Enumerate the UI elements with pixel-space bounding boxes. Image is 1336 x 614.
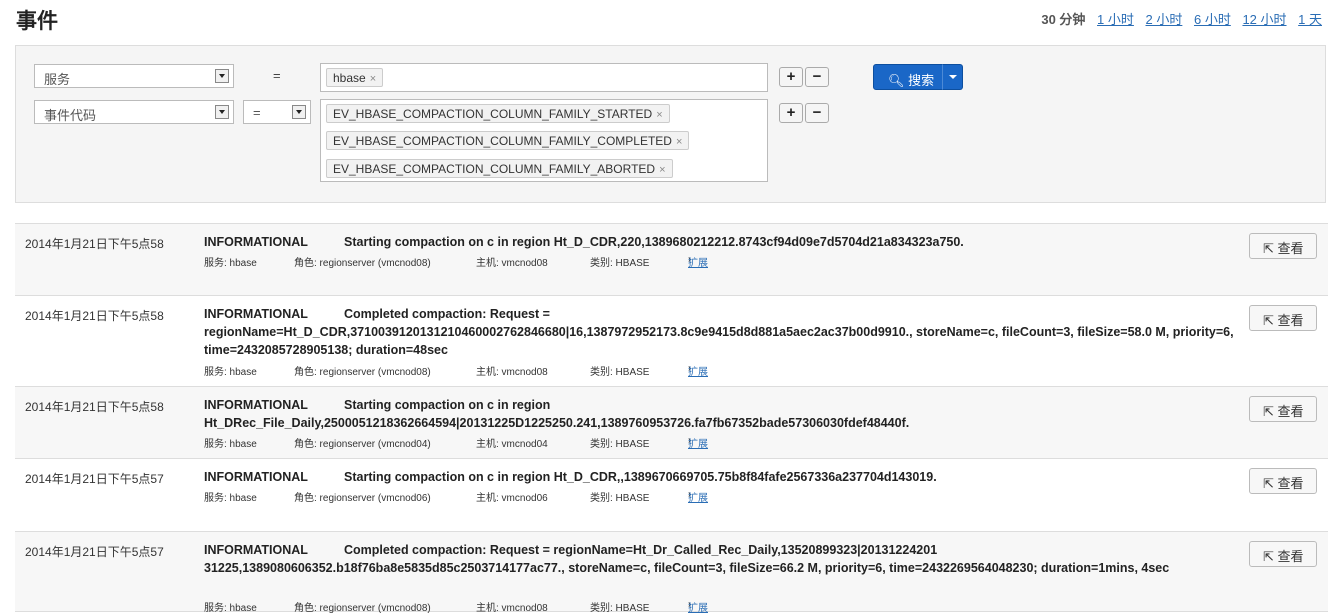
- event-category: 类别: HBASE: [590, 493, 650, 504]
- event-category: 类别: HBASE: [590, 367, 650, 378]
- filter-field-select-service[interactable]: 服务: [34, 64, 234, 88]
- search-icon: 🔍︎: [888, 73, 905, 88]
- time-range-6h[interactable]: 6 小时: [1194, 12, 1231, 27]
- close-icon[interactable]: ×: [676, 136, 682, 148]
- view-button[interactable]: ⇱ 查看: [1249, 468, 1317, 494]
- event-row: 2014年1月21日下午5点58 INFORMATIONAL Completed …: [15, 296, 1328, 387]
- event-content: INFORMATIONAL Completed compaction: Reque…: [204, 305, 1234, 359]
- event-service: 服务: hbase: [204, 367, 257, 378]
- external-link-icon: ⇱: [1263, 241, 1274, 256]
- add-filter-button[interactable]: +: [779, 67, 803, 87]
- event-host: 主机: vmcnod08: [476, 603, 548, 614]
- event-role: 角色: regionserver (vmcnod08): [294, 603, 431, 614]
- event-service: 服务: hbase: [204, 493, 257, 504]
- event-host: 主机: vmcnod06: [476, 493, 548, 504]
- filter-tag: EV_HBASE_COMPACTION_COLUMN_FAMILY_STARTE…: [326, 104, 670, 123]
- event-host: 主机: vmcnod08: [476, 258, 548, 269]
- event-message: Starting compaction on c in region Ht_D_…: [344, 470, 937, 484]
- event-content: INFORMATIONAL Starting compaction on c in…: [204, 396, 1234, 432]
- view-button[interactable]: ⇱ 查看: [1249, 305, 1317, 331]
- external-link-icon: ⇱: [1263, 404, 1274, 419]
- page-title: 事件: [16, 9, 58, 33]
- view-button[interactable]: ⇱ 查看: [1249, 396, 1317, 422]
- external-link-icon: ⇱: [1263, 549, 1274, 564]
- event-host: 主机: vmcnod08: [476, 367, 548, 378]
- event-message: Completed compaction: Request = regionNa…: [204, 543, 1170, 575]
- time-range-selector: 30 分钟 1 小时 2 小时 6 小时 12 小时 1 天: [1033, 9, 1322, 28]
- event-row: 2014年1月21日下午5点58 INFORMATIONAL Starting c…: [15, 387, 1328, 459]
- view-button[interactable]: ⇱ 查看: [1249, 541, 1317, 567]
- remove-filter-button[interactable]: −: [805, 67, 829, 87]
- event-date: 2014年1月21日下午5点58: [25, 237, 164, 251]
- event-role: 角色: regionserver (vmcnod08): [294, 258, 431, 269]
- close-icon[interactable]: ×: [659, 164, 665, 176]
- filter-value-box-event-code[interactable]: EV_HBASE_COMPACTION_COLUMN_FAMILY_STARTE…: [320, 99, 768, 182]
- time-range-1h[interactable]: 1 小时: [1097, 12, 1134, 27]
- event-role: 角色: regionserver (vmcnod04): [294, 439, 431, 450]
- event-row: 2014年1月21日下午5点57 INFORMATIONAL Completed …: [15, 532, 1328, 614]
- event-severity: INFORMATIONAL: [204, 470, 308, 484]
- chevron-down-icon: [215, 69, 229, 83]
- event-row: 2014年1月21日下午5点58 INFORMATIONAL Starting c…: [15, 224, 1328, 296]
- time-range-2h[interactable]: 2 小时: [1146, 12, 1183, 27]
- event-category: 类别: HBASE: [590, 439, 650, 450]
- event-service: 服务: hbase: [204, 603, 257, 614]
- event-date: 2014年1月21日下午5点58: [25, 309, 164, 323]
- search-button[interactable]: 🔍︎ 搜索: [873, 64, 943, 90]
- filter-value-box-service[interactable]: hbase ×: [320, 63, 768, 92]
- filter-tag: hbase ×: [326, 68, 384, 87]
- filter-panel: 服务 = hbase × + − 🔍︎ 搜索 事件代码 = EV_HBASE_CO…: [15, 45, 1326, 203]
- remove-filter-button[interactable]: −: [805, 103, 829, 123]
- external-link-icon: ⇱: [1263, 476, 1274, 491]
- event-role: 角色: regionserver (vmcnod08): [294, 367, 431, 378]
- event-severity: INFORMATIONAL: [204, 398, 308, 412]
- event-list: 2014年1月21日下午5点58 INFORMATIONAL Starting c…: [15, 223, 1328, 614]
- time-range-12h[interactable]: 12 小时: [1242, 12, 1286, 27]
- time-range-1d[interactable]: 1 天: [1298, 12, 1322, 27]
- add-filter-button[interactable]: +: [779, 103, 803, 123]
- event-service: 服务: hbase: [204, 439, 257, 450]
- filter-field-select-event-code[interactable]: 事件代码: [34, 100, 234, 124]
- event-service: 服务: hbase: [204, 258, 257, 269]
- event-message: Completed compaction: Request = regionNa…: [204, 307, 1234, 357]
- search-dropdown-button[interactable]: [942, 64, 963, 90]
- filter-operator-select[interactable]: =: [243, 100, 311, 124]
- time-range-30m[interactable]: 30 分钟: [1041, 12, 1085, 27]
- view-button[interactable]: ⇱ 查看: [1249, 233, 1317, 259]
- filter-operator-label: =: [273, 68, 281, 83]
- event-date: 2014年1月21日下午5点57: [25, 472, 164, 486]
- external-link-icon: ⇱: [1263, 313, 1274, 328]
- event-severity: INFORMATIONAL: [204, 307, 308, 321]
- event-severity: INFORMATIONAL: [204, 235, 308, 249]
- event-category: 类别: HBASE: [590, 258, 650, 269]
- filter-tag: EV_HBASE_COMPACTION_COLUMN_FAMILY_COMPLE…: [326, 131, 690, 150]
- event-date: 2014年1月21日下午5点58: [25, 400, 164, 414]
- event-host: 主机: vmcnod04: [476, 439, 548, 450]
- event-content: INFORMATIONAL Completed compaction: Reque…: [204, 541, 1234, 577]
- event-content: INFORMATIONAL Starting compaction on c in…: [204, 233, 1234, 251]
- chevron-down-icon: [292, 105, 306, 119]
- event-category: 类别: HBASE: [590, 603, 650, 614]
- close-icon[interactable]: ×: [656, 109, 662, 121]
- event-content: INFORMATIONAL Starting compaction on c in…: [204, 468, 1234, 486]
- event-severity: INFORMATIONAL: [204, 543, 308, 557]
- chevron-down-icon: [215, 105, 229, 119]
- close-icon[interactable]: ×: [370, 73, 376, 85]
- event-row: 2014年1月21日下午5点57 INFORMATIONAL Starting c…: [15, 459, 1328, 532]
- event-date: 2014年1月21日下午5点57: [25, 545, 164, 559]
- event-message: Starting compaction on c in region Ht_D_…: [344, 235, 964, 249]
- event-role: 角色: regionserver (vmcnod06): [294, 493, 431, 504]
- filter-tag: EV_HBASE_COMPACTION_COLUMN_FAMILY_ABORTE…: [326, 159, 673, 178]
